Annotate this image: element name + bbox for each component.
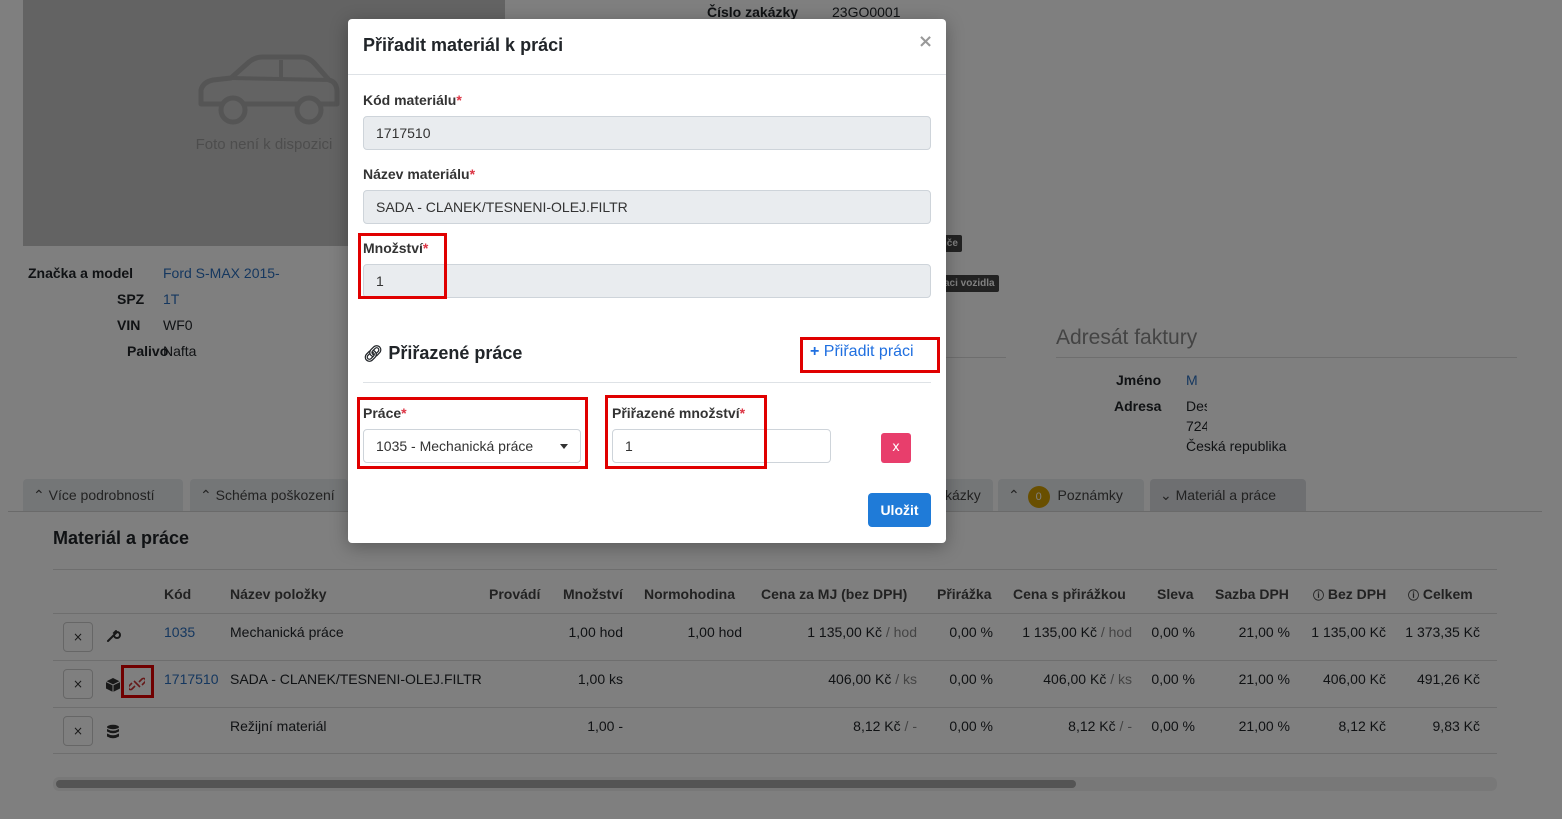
assigned-title-text: Přiřazené práce bbox=[388, 343, 523, 363]
highlight-box bbox=[357, 397, 588, 469]
highlight-box bbox=[605, 395, 767, 469]
close-icon[interactable]: × bbox=[918, 31, 933, 52]
assigned-work-heading: 🔗︎ Přiřazené práce bbox=[363, 343, 522, 364]
code-label-text: Kód materiálu bbox=[363, 92, 457, 108]
highlight-box bbox=[800, 337, 940, 373]
highlight-box bbox=[358, 233, 447, 299]
quantity-field[interactable]: 1 bbox=[363, 264, 931, 298]
material-name-field[interactable]: SADA - CLANEK/TESNENI-OLEJ.FILTR bbox=[363, 190, 931, 224]
code-field-label: Kód materiálu* bbox=[363, 92, 462, 108]
remove-work-button[interactable]: x bbox=[881, 433, 911, 463]
modal-header: Přiřadit materiál k práci × bbox=[348, 19, 946, 75]
subhead-divider bbox=[363, 382, 931, 383]
required-mark: * bbox=[469, 166, 476, 182]
save-button[interactable]: Uložit bbox=[868, 493, 931, 527]
material-code-field[interactable]: 1717510 bbox=[363, 116, 931, 150]
name-label-text: Název materiálu bbox=[363, 166, 470, 182]
modal-title: Přiřadit materiál k práci bbox=[363, 35, 564, 55]
link-icon: 🔗︎ bbox=[363, 346, 384, 363]
required-mark: * bbox=[456, 92, 462, 108]
name-field-label: Název materiálu* bbox=[363, 166, 475, 182]
